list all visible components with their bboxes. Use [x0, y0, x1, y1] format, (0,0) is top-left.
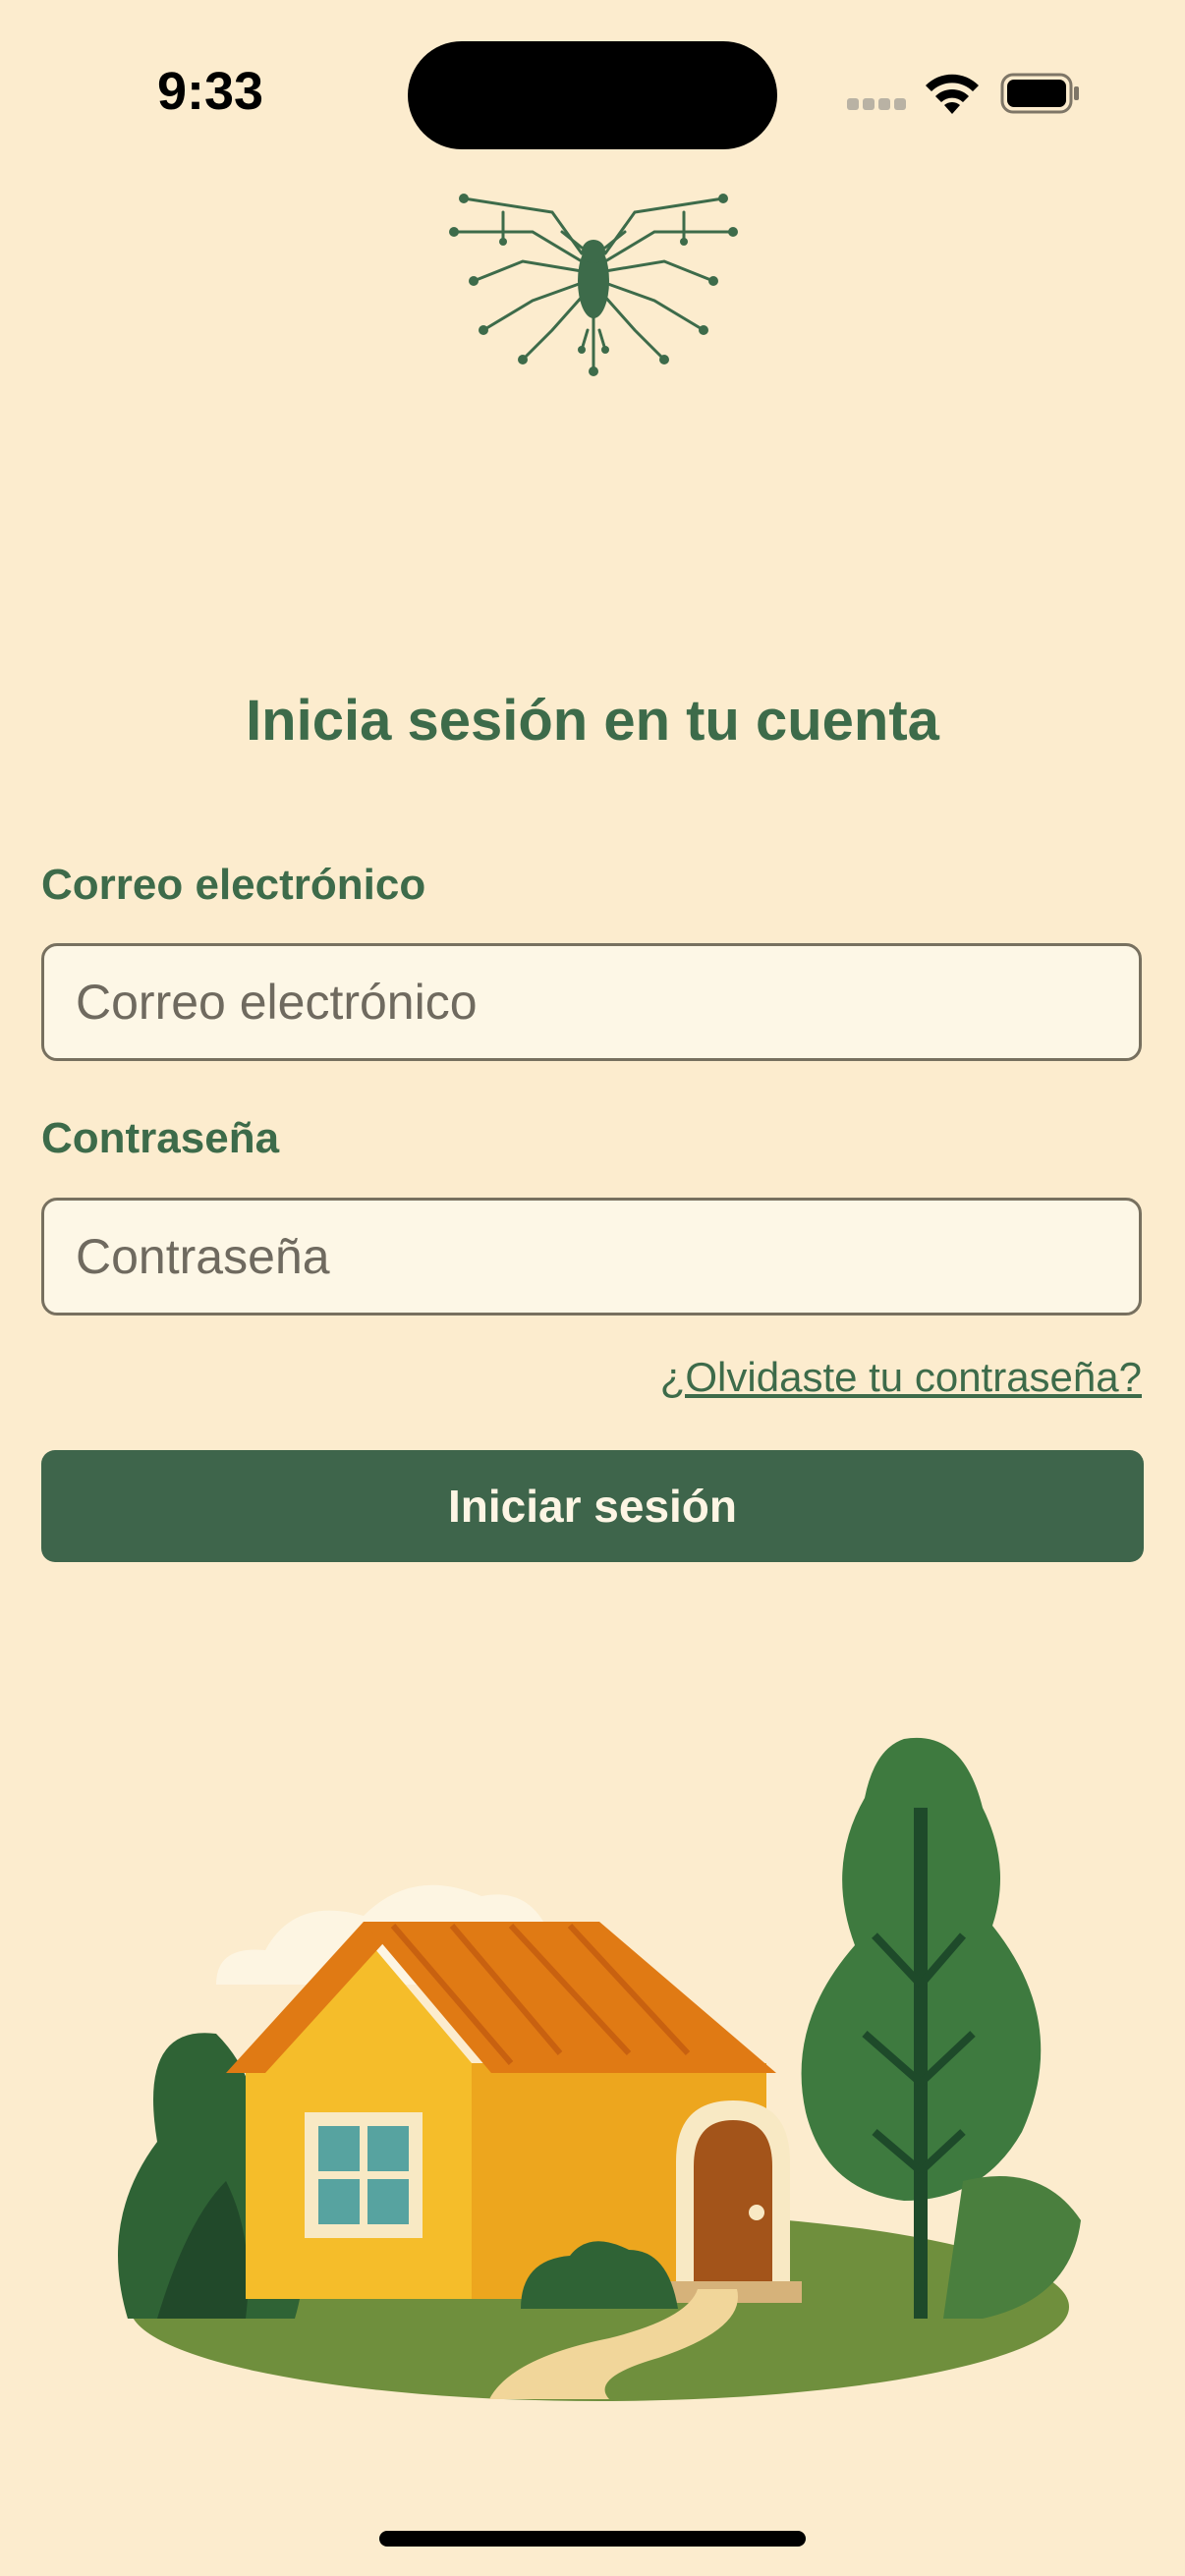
circuit-moth-logo [449, 194, 738, 376]
wifi-icon [926, 74, 979, 114]
login-button[interactable]: Iniciar sesión [41, 1450, 1144, 1562]
cellular-signal-icon [847, 98, 908, 112]
forgot-password-link[interactable]: ¿Olvidaste tu contraseña? [660, 1354, 1142, 1401]
battery-icon [1000, 73, 1079, 114]
dynamic-island [408, 41, 777, 149]
password-field[interactable] [41, 1198, 1142, 1316]
password-label: Contraseña [41, 1114, 280, 1162]
email-field[interactable] [41, 943, 1142, 1061]
login-title: Inicia sesión en tu cuenta [246, 689, 939, 753]
house-with-trees-illustration [118, 1737, 1081, 2401]
email-label: Correo electrónico [41, 861, 426, 909]
home-indicator [379, 2531, 806, 2547]
status-time: 9:33 [157, 62, 264, 121]
